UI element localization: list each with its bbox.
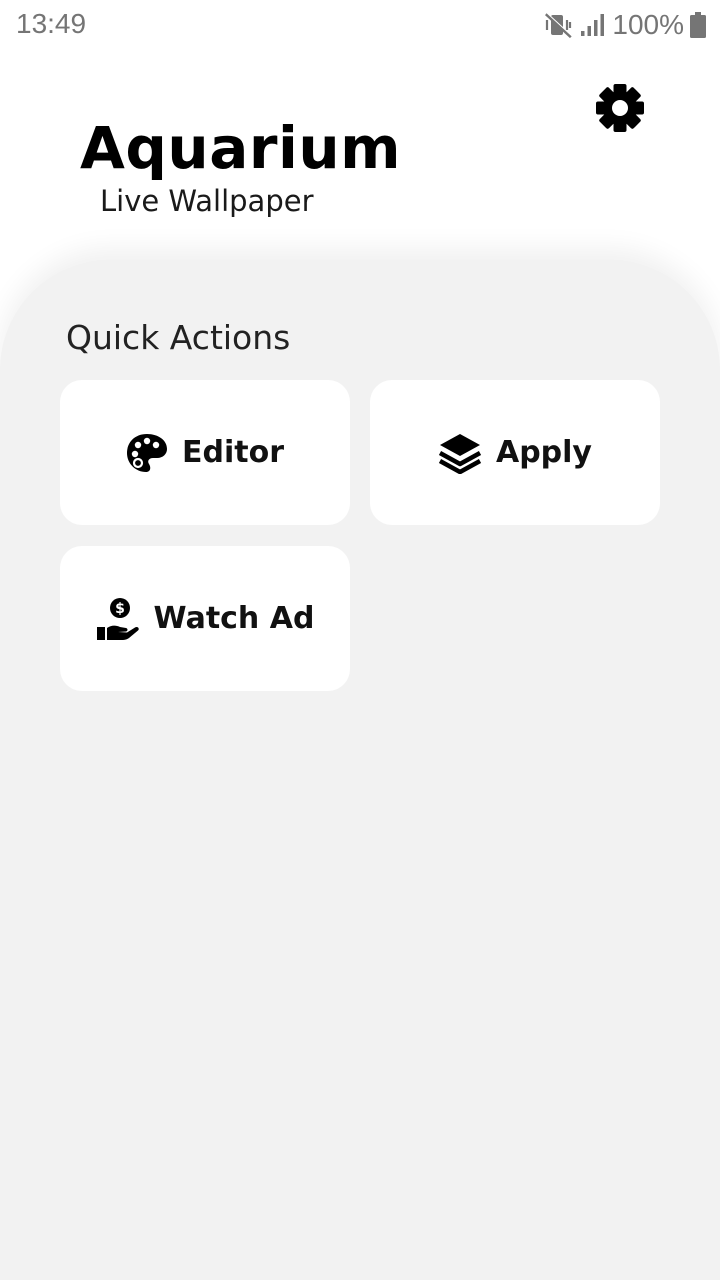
status-time: 13:49 [16,8,87,39]
settings-button[interactable] [592,82,648,138]
battery-percent: 100% [612,9,684,40]
vibrate-mute-icon [544,11,574,39]
apply-label: Apply [495,435,592,470]
layers-icon [438,432,482,474]
status-bar: 13:49 100% [0,0,720,50]
editor-label: Editor [182,435,284,470]
watch-ad-button[interactable]: $ Watch Ad [60,546,350,691]
hand-coin-icon: $ [96,597,140,641]
palette-icon [126,432,168,474]
status-icons: 100% [544,8,706,42]
section-title: Quick Actions [66,318,291,357]
app-title: Aquarium [80,114,402,182]
signal-icon [580,13,606,37]
battery-icon [690,12,706,38]
watch-ad-label: Watch Ad [153,601,315,636]
svg-text:$: $ [115,601,125,617]
quick-actions-panel: Quick Actions Editor Apply $ Watch Ad [0,260,720,1280]
app-subtitle: Live Wallpaper [100,184,314,218]
gear-icon [594,82,646,139]
apply-button[interactable]: Apply [370,380,660,525]
editor-button[interactable]: Editor [60,380,350,525]
